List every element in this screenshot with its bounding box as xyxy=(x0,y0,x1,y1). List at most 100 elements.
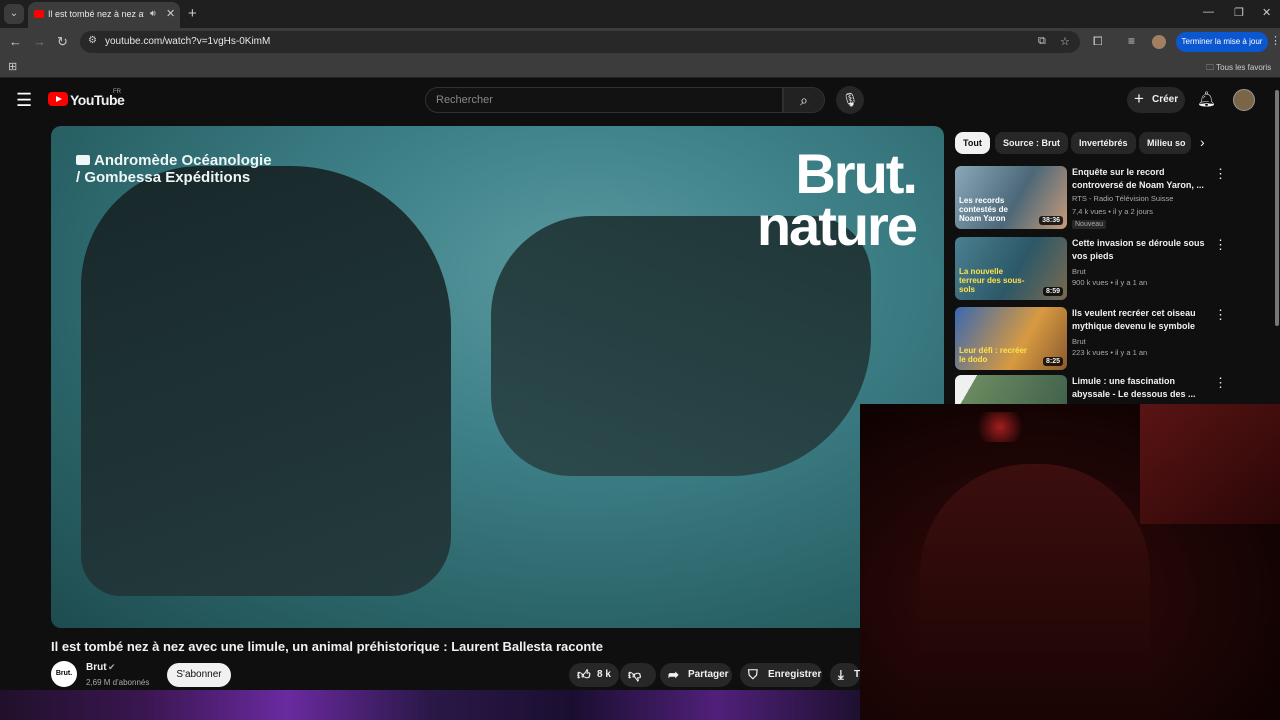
install-app-icon[interactable]: ⧉ xyxy=(1038,35,1046,48)
video-player[interactable]: Andromède Océanologie / Gombessa Expédit… xyxy=(51,126,944,628)
recommendation-item[interactable]: La nouvelle terreur des sous-sols 8:59 C… xyxy=(955,237,1227,301)
webcam-overlay xyxy=(860,404,1280,720)
thumbnail-caption: La nouvelle terreur des sous-sols xyxy=(959,267,1025,294)
recommendation-thumbnail[interactable]: Les records contestés de Noam Yaron 38:3… xyxy=(955,166,1067,229)
menu-icon[interactable]: ☰ xyxy=(16,90,32,111)
duration-badge: 8:59 xyxy=(1042,287,1063,296)
recommendation-thumbnail[interactable]: Leur défi : recréer le dodo 8:25 xyxy=(955,307,1067,370)
browser-menu-icon[interactable]: ⋮ xyxy=(1270,34,1280,47)
subscribe-button[interactable]: S'abonner xyxy=(167,663,231,687)
speaker-icon[interactable]: 🔊︎ xyxy=(150,8,156,19)
notifications-bell-icon[interactable]: 🔔︎ xyxy=(1197,90,1216,108)
recommendation-channel[interactable]: RTS - Radio Télévision Suisse xyxy=(1072,194,1173,203)
create-label: Créer xyxy=(1152,94,1179,105)
bookmark-star-icon[interactable]: ☆ xyxy=(1060,35,1070,48)
recommendation-meta: 223 k vues • il y a 1 an xyxy=(1072,348,1148,357)
plus-icon: + xyxy=(1134,89,1144,108)
reload-icon[interactable]: ↻ xyxy=(57,34,68,50)
chip-source-brut[interactable]: Source : Brut xyxy=(995,132,1069,154)
chip-milieu[interactable]: Milieu so xyxy=(1139,132,1191,154)
webcam-red-lights xyxy=(965,412,1035,442)
browser-toolbar: ← → ↻ ⚙ youtube.com/watch?v=1vgHs-0KimM … xyxy=(0,28,1280,56)
restore-icon[interactable]: ❐ xyxy=(1234,6,1244,19)
subscriber-count: 2,69 M d'abonnés xyxy=(86,678,150,687)
thumbnail-caption: Leur défi : recréer le dodo xyxy=(959,346,1028,364)
save-label: Enregistrer xyxy=(768,669,822,680)
share-button[interactable]: ➦ Partager xyxy=(660,663,732,687)
credit-line-1: Andromède Océanologie xyxy=(94,152,272,169)
download-button[interactable]: ⤓ Té xyxy=(830,663,866,687)
duration-badge: 8:25 xyxy=(1042,357,1063,366)
more-options-icon[interactable]: ⋮ xyxy=(1214,237,1227,253)
recommendation-thumbnail[interactable]: La nouvelle terreur des sous-sols 8:59 xyxy=(955,237,1067,300)
browser-tab-active[interactable]: Il est tombé nez à nez avec une limule 🔊… xyxy=(28,2,180,28)
page-scrollbar[interactable] xyxy=(1275,90,1279,326)
all-bookmarks-label: Tous les favoris xyxy=(1216,63,1272,72)
bottom-overlay-strip xyxy=(0,690,860,720)
search-input[interactable]: Rechercher xyxy=(425,87,783,113)
recommendation-title[interactable]: Limule : une fascination abyssale - Le d… xyxy=(1072,375,1210,401)
brand-line-1: Brut. xyxy=(795,142,918,205)
user-avatar[interactable] xyxy=(1233,89,1255,111)
recommendation-meta: 900 k vues • il y a 1 an xyxy=(1072,278,1148,287)
chip-invertebrates[interactable]: Invertébrés xyxy=(1071,132,1136,154)
search-button[interactable]: ⌕ xyxy=(783,87,825,113)
brand-line-2: nature xyxy=(756,194,918,257)
url-text[interactable]: youtube.com/watch?v=1vgHs-0KimM xyxy=(105,36,270,47)
browser-tab-bar: ⌄ Il est tombé nez à nez avec une limule… xyxy=(0,0,1280,28)
webcam-person xyxy=(920,464,1150,720)
more-options-icon[interactable]: ⋮ xyxy=(1214,307,1227,323)
microphone-icon: 🎙︎ xyxy=(841,92,859,107)
recommendation-title[interactable]: Ils veulent recréer cet oiseau mythique … xyxy=(1072,307,1210,333)
video-credit-overlay: Andromède Océanologie / Gombessa Expédit… xyxy=(76,152,272,186)
forward-arrow-icon[interactable]: → xyxy=(33,34,46,49)
save-button[interactable]: ⛉ Enregistrer xyxy=(740,663,822,687)
channel-avatar[interactable]: Brut. xyxy=(51,661,77,687)
download-icon: ⤓ xyxy=(838,667,844,682)
extensions-icon[interactable]: ⧠ xyxy=(1093,34,1103,49)
site-info-icon[interactable]: ⚙ xyxy=(88,35,97,46)
chip-all[interactable]: Tout xyxy=(955,132,990,154)
like-count: 8 k xyxy=(597,669,611,680)
apps-grid-icon[interactable]: ⊞ xyxy=(8,60,17,73)
recommendation-item[interactable]: Leur défi : recréer le dodo 8:25 Ils veu… xyxy=(955,307,1227,371)
all-bookmarks-folder[interactable]: 🗀︎ Tous les favoris xyxy=(1206,62,1271,76)
recommendation-item[interactable]: Les records contestés de Noam Yaron 38:3… xyxy=(955,166,1227,230)
search-icon: ⌕ xyxy=(800,92,808,108)
update-button[interactable]: Terminer la mise à jour xyxy=(1176,32,1268,52)
youtube-masthead: ☰ YouTube FR Rechercher ⌕ 🎙︎ + Créer 🔔︎ xyxy=(0,80,1280,120)
more-options-icon[interactable]: ⋮ xyxy=(1214,375,1227,391)
more-options-icon[interactable]: ⋮ xyxy=(1214,166,1227,182)
dislike-button[interactable]: 👎︎ xyxy=(620,663,656,687)
back-arrow-icon[interactable]: ← xyxy=(9,34,22,49)
recommendation-title[interactable]: Cette invasion se déroule sous vos pieds xyxy=(1072,237,1210,263)
like-button[interactable]: 👍︎ 8 k xyxy=(569,663,619,687)
address-bar[interactable]: ⚙ youtube.com/watch?v=1vgHs-0KimM ⧉ ☆ xyxy=(80,31,1080,53)
minimize-icon[interactable]: — xyxy=(1203,6,1214,18)
youtube-logo-icon[interactable] xyxy=(48,92,68,106)
browser-profile-avatar[interactable] xyxy=(1152,35,1166,49)
channel-name[interactable]: Brut xyxy=(86,662,107,673)
bookmark-icon: ⛉ xyxy=(748,667,758,682)
new-badge: Nouveau xyxy=(1072,220,1107,229)
brut-nature-watermark: Brut. nature xyxy=(756,142,918,257)
media-control-icon[interactable]: ≡ xyxy=(1128,34,1135,48)
recommendation-channel[interactable]: Brut xyxy=(1072,337,1086,346)
duration-badge: 38:36 xyxy=(1039,216,1063,225)
camera-icon xyxy=(76,155,90,165)
close-icon[interactable]: ✕ xyxy=(166,7,175,20)
tab-search-button[interactable]: ⌄ xyxy=(4,4,24,24)
window-close-icon[interactable]: ✕ xyxy=(1262,6,1271,19)
thumbnail-caption: Les records contestés de Noam Yaron xyxy=(959,196,1008,223)
youtube-favicon-icon xyxy=(34,10,44,18)
recommendation-channel[interactable]: Brut xyxy=(1072,267,1086,276)
search-placeholder: Rechercher xyxy=(436,94,493,106)
webcam-background-poster xyxy=(1140,404,1280,524)
create-button[interactable]: + Créer xyxy=(1127,87,1185,113)
new-tab-button[interactable]: + xyxy=(188,5,197,22)
share-label: Partager xyxy=(688,669,729,680)
video-title: Il est tombé nez à nez avec une limule, … xyxy=(51,639,603,654)
chevron-right-icon[interactable]: › xyxy=(1200,134,1205,150)
recommendation-title[interactable]: Enquête sur le record controversé de Noa… xyxy=(1072,166,1210,192)
voice-search-button[interactable]: 🎙︎ xyxy=(836,86,864,114)
